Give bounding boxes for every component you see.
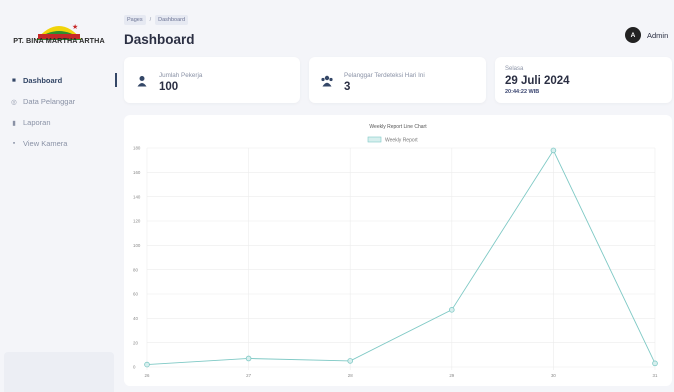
user-menu[interactable]: A Admin <box>625 27 668 43</box>
avatar[interactable]: A <box>625 27 641 43</box>
sidebar-item-data-pelanggar[interactable]: ◎ Data Pelanggar <box>0 91 118 112</box>
sidebar-item-label: View Kamera <box>23 139 68 148</box>
y-tick-label: 0 <box>133 365 136 370</box>
chart-title: Weekly Report Line Chart <box>369 124 427 130</box>
sidebar-item-label: Dashboard <box>23 76 63 85</box>
data-point <box>652 360 658 367</box>
sidebar: ★ PT. BINA MARTHA ARTHA ■ Dashboard ◎ Da… <box>0 0 118 392</box>
legend-swatch <box>367 136 382 143</box>
y-tick-label: 140 <box>133 194 141 199</box>
date-day: Selasa <box>505 66 524 72</box>
stat-value: 3 <box>344 81 351 93</box>
x-tick-label: 30 <box>551 373 556 378</box>
date-full: 29 Juli 2024 <box>505 75 570 87</box>
user-icon <box>136 75 148 87</box>
stat-label: Pelanggar Terdeteksi Hari Ini <box>344 72 425 79</box>
breadcrumb-separator: / <box>149 17 152 23</box>
sidebar-item-label: Data Pelanggar <box>23 97 76 106</box>
breadcrumb: Pages / Dashboard <box>124 15 189 25</box>
data-point <box>448 307 455 313</box>
stat-label: Jumlah Pekerja <box>159 72 203 79</box>
breadcrumb-pages[interactable]: Pages <box>124 15 146 25</box>
x-tick-label: 26 <box>145 373 150 378</box>
y-tick-label: 20 <box>133 340 138 345</box>
sidebar-item-laporan[interactable]: ▮ Laporan <box>0 112 118 133</box>
sidebar-item-dashboard[interactable]: ■ Dashboard <box>0 70 118 91</box>
sidebar-item-label: Laporan <box>23 118 51 127</box>
bar-chart-icon: ▮ <box>12 119 16 127</box>
weekly-report-chart-card: Weekly Report Line Chart Weekly Report 0 20… <box>124 115 672 386</box>
home-icon: ■ <box>12 77 16 84</box>
sidebar-footer <box>4 352 114 392</box>
database-icon: ◎ <box>11 98 17 106</box>
y-tick-label: 180 <box>133 146 141 151</box>
breadcrumb-dashboard: Dashboard <box>155 15 189 25</box>
date-time: 20:44:22 WIB <box>505 89 540 95</box>
stat-card-workers: Jumlah Pekerja 100 <box>124 57 300 103</box>
stat-card-violations: Pelanggar Terdeteksi Hari Ini 3 <box>309 57 486 103</box>
y-tick-label: 40 <box>133 316 138 321</box>
camera-icon: ▪ <box>12 140 16 147</box>
sidebar-item-view-kamera[interactable]: ▪ View Kamera <box>0 133 118 154</box>
series-line <box>146 149 656 366</box>
y-tick-label: 80 <box>133 267 138 272</box>
x-tick-label: 29 <box>449 373 454 378</box>
data-point <box>347 358 354 364</box>
page-title: Dashboard <box>124 32 195 47</box>
svg-text:★: ★ <box>72 23 78 31</box>
brand-name: PT. BINA MARTHA ARTHA <box>13 36 105 45</box>
data-point <box>144 361 150 368</box>
x-tick-label: 28 <box>348 373 353 378</box>
legend-label: Weekly Report <box>385 138 418 144</box>
user-name[interactable]: Admin <box>647 31 668 40</box>
weekly-report-line-chart: Weekly Report Line Chart Weekly Report 0 20… <box>133 124 658 378</box>
y-tick-label: 60 <box>133 292 138 297</box>
data-point <box>245 355 252 362</box>
y-tick-label: 120 <box>133 219 141 224</box>
sidebar-nav: ■ Dashboard ◎ Data Pelanggar ▮ Laporan ▪… <box>0 70 118 154</box>
y-tick-label: 160 <box>133 170 141 175</box>
x-tick-label: 31 <box>653 373 658 378</box>
data-point <box>550 147 557 154</box>
y-tick-label: 100 <box>133 243 141 248</box>
date-card: Selasa 29 Juli 2024 20:44:22 WIB <box>495 57 672 103</box>
stat-value: 100 <box>159 81 179 93</box>
users-icon <box>321 75 333 87</box>
x-tick-label: 27 <box>246 373 251 378</box>
